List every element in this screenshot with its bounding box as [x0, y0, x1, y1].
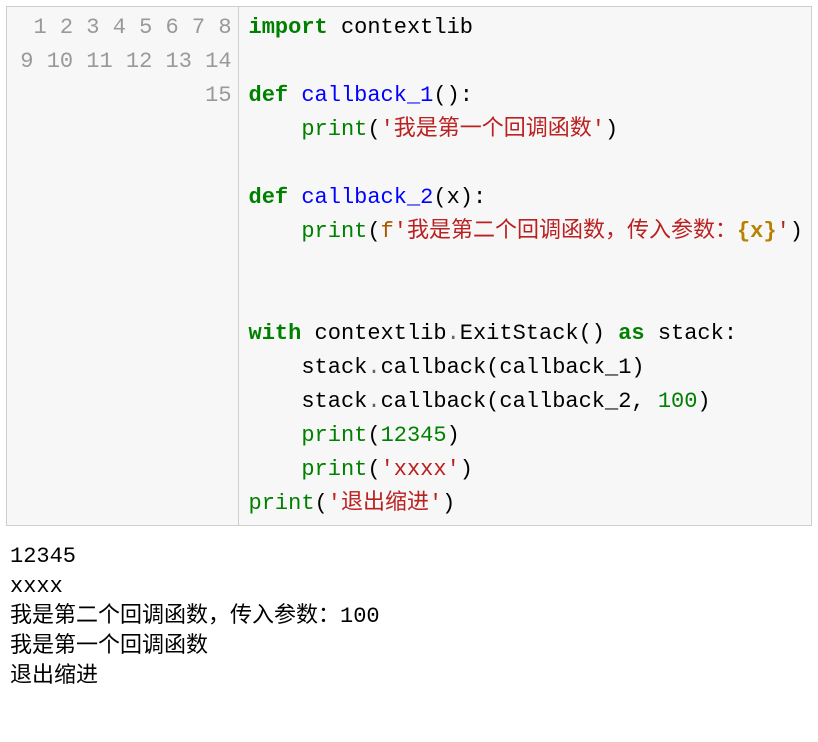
code-line — [249, 249, 803, 283]
code-token: contextlib — [328, 15, 473, 40]
code-token: ) — [605, 117, 618, 142]
output-line: xxxx — [10, 572, 812, 602]
code-token: (): — [433, 83, 473, 108]
code-line: import contextlib — [249, 11, 803, 45]
code-token: ) — [447, 423, 460, 448]
code-token: 'xxxx' — [381, 457, 460, 482]
code-line: def callback_2(x): — [249, 181, 803, 215]
code-token: '我是第一个回调函数' — [381, 117, 605, 142]
code-token: def — [249, 185, 289, 210]
code-token: callback_2 — [301, 185, 433, 210]
code-token: ExitStack() — [460, 321, 618, 346]
code-line — [249, 147, 803, 181]
code-line: print(12345) — [249, 419, 803, 453]
code-line: print(f'我是第二个回调函数，传入参数：{x}') — [249, 215, 803, 249]
code-token: stack: — [645, 321, 737, 346]
output-line: 退出缩进 — [10, 662, 812, 692]
code-token: ' — [777, 219, 790, 244]
code-token: ) — [460, 457, 473, 482]
code-line: stack.callback(callback_1) — [249, 351, 803, 385]
code-token: ( — [367, 423, 380, 448]
code-token: print — [249, 491, 315, 516]
code-line: print('退出缩进') — [249, 487, 803, 521]
code-block: 1 2 3 4 5 6 7 8 9 10 11 12 13 14 15 impo… — [6, 6, 812, 526]
code-token: print — [301, 117, 367, 142]
code-token: ( — [315, 491, 328, 516]
code-token: (x): — [433, 185, 486, 210]
code-token: '退出缩进' — [328, 491, 442, 516]
code-token: callback_1 — [301, 83, 433, 108]
code-token: import — [249, 15, 328, 40]
code-token: 12345 — [381, 423, 447, 448]
code-token: with — [249, 321, 302, 346]
line-number-gutter: 1 2 3 4 5 6 7 8 9 10 11 12 13 14 15 — [7, 7, 239, 525]
code-token: . — [447, 321, 460, 346]
code-token: 100 — [658, 389, 698, 414]
code-token: callback(callback_2, — [381, 389, 658, 414]
code-token: def — [249, 83, 289, 108]
code-token: ( — [367, 457, 380, 482]
code-line: def callback_1(): — [249, 79, 803, 113]
code-token: print — [301, 457, 367, 482]
output-line: 12345 — [10, 542, 812, 572]
code-token: print — [301, 219, 367, 244]
output-block: 12345xxxx我是第二个回调函数，传入参数：100我是第一个回调函数退出缩进 — [0, 532, 818, 698]
code-token: as — [618, 321, 644, 346]
code-token — [288, 83, 301, 108]
code-area: import contextlib def callback_1(): prin… — [239, 7, 811, 525]
code-token: '我是第二个回调函数，传入参数： — [394, 219, 737, 244]
code-token: . — [367, 355, 380, 380]
code-token: ) — [697, 389, 710, 414]
code-token: . — [367, 389, 380, 414]
output-line: 我是第一个回调函数 — [10, 632, 812, 662]
code-token: print — [301, 423, 367, 448]
code-token: {x} — [737, 219, 777, 244]
code-token: stack — [301, 389, 367, 414]
code-token: f — [381, 219, 394, 244]
output-line: 我是第二个回调函数，传入参数：100 — [10, 602, 812, 632]
code-token: ) — [442, 491, 455, 516]
code-line: print('我是第一个回调函数') — [249, 113, 803, 147]
code-token: contextlib — [301, 321, 446, 346]
code-token — [288, 185, 301, 210]
code-token: ) — [790, 219, 803, 244]
code-line: print('xxxx') — [249, 453, 803, 487]
code-token: ( — [367, 117, 380, 142]
code-token: ( — [367, 219, 380, 244]
code-token: stack — [301, 355, 367, 380]
code-token: callback(callback_1) — [381, 355, 645, 380]
code-line — [249, 283, 803, 317]
code-line: with contextlib.ExitStack() as stack: — [249, 317, 803, 351]
code-line — [249, 45, 803, 79]
code-line: stack.callback(callback_2, 100) — [249, 385, 803, 419]
